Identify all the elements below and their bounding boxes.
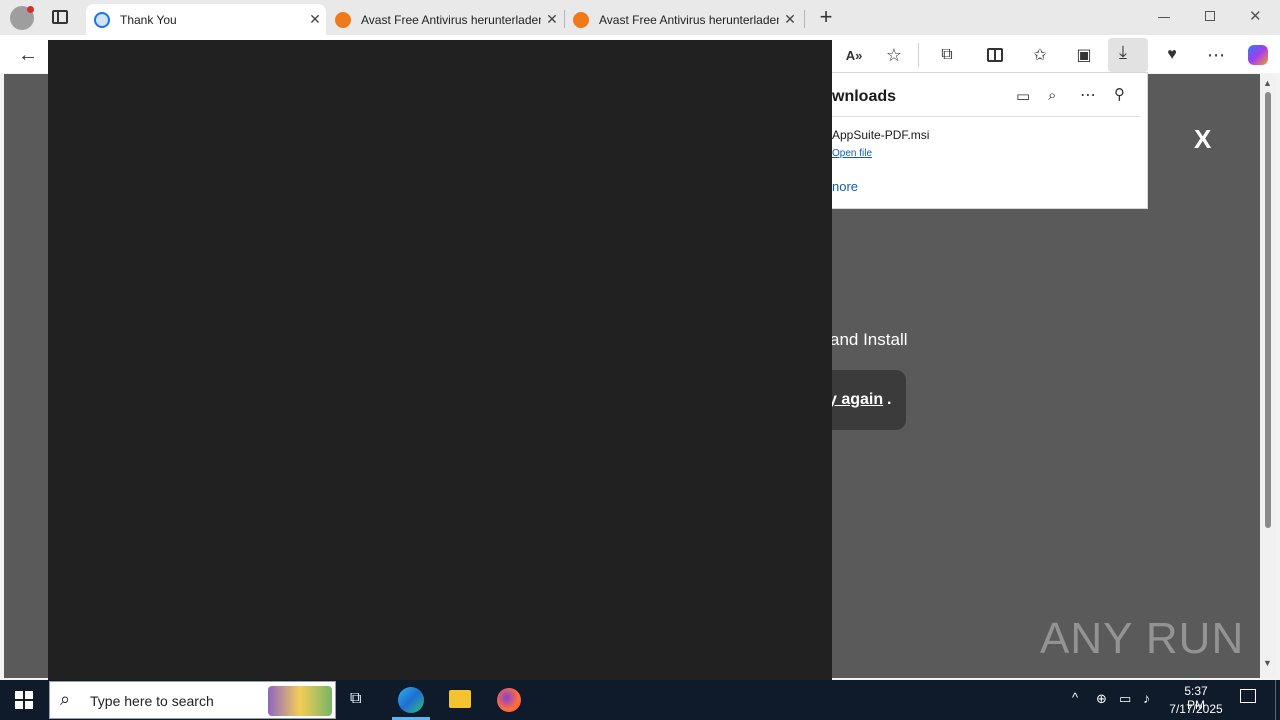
security-icon[interactable]: ⊕ — [1096, 691, 1107, 707]
read-aloud-icon[interactable]: A» — [840, 41, 868, 69]
settings-more-icon[interactable]: ⋯ — [1202, 41, 1230, 69]
avast-icon — [573, 11, 589, 28]
tab-actions-icon[interactable] — [52, 10, 68, 24]
restore-icon[interactable] — [1205, 11, 1215, 21]
close-tab-icon[interactable]: ✕ — [541, 11, 563, 28]
scroll-down-arrow[interactable]: ▼ — [1263, 658, 1272, 668]
taskbar-search-box[interactable]: ⌕ Type here to search — [49, 681, 336, 719]
collections-icon[interactable]: ▣ — [1070, 41, 1098, 69]
period-text: . — [887, 391, 892, 408]
install-heading: and Install — [830, 330, 908, 349]
more-options-icon[interactable]: ⋯ — [1080, 85, 1096, 105]
tab-title: Avast Free Antivirus herunterladen — [361, 12, 541, 27]
page-scrollbar[interactable]: ▲ ▼ — [1260, 74, 1276, 678]
pin-icon[interactable]: ⚲ — [1114, 85, 1125, 103]
notification-icon[interactable] — [1240, 689, 1256, 703]
close-overlay-button[interactable]: X — [1194, 124, 1211, 155]
scrollbar-thumb[interactable] — [1265, 92, 1271, 528]
minimize-icon[interactable] — [1158, 17, 1170, 18]
windows-start-icon[interactable] — [15, 691, 33, 709]
show-hidden-icons[interactable]: ^ — [1072, 690, 1078, 705]
black-overlay — [48, 40, 832, 680]
toolbar-divider — [918, 43, 919, 67]
see-more-link[interactable]: nore — [832, 179, 858, 194]
split-screen-icon[interactable] — [981, 41, 1009, 69]
new-tab-button[interactable]: + — [815, 4, 837, 30]
copilot-icon[interactable] — [1244, 41, 1272, 69]
favorites-icon[interactable]: ✩ — [1026, 41, 1054, 69]
firefox-icon[interactable] — [497, 688, 521, 712]
loading-icon — [94, 11, 110, 28]
avast-icon — [335, 11, 351, 28]
extensions-icon[interactable]: ⧉ — [933, 41, 961, 69]
downloads-flyout: wnloads ▭ ⌕ ⋯ ⚲ AppSuite-PDF.msi Open fi… — [832, 72, 1148, 209]
edge-taskbar-icon[interactable] — [398, 687, 424, 713]
open-file-link[interactable]: Open file — [832, 148, 872, 159]
downloads-button[interactable]: ⤓ — [1108, 38, 1148, 72]
tab-avast-1[interactable]: Avast Free Antivirus herunterladen ✕ — [327, 4, 563, 35]
search-icon: ⌕ — [60, 689, 71, 709]
flyout-divider — [832, 116, 1140, 117]
browser-essentials-icon[interactable]: ♥ — [1158, 41, 1186, 69]
tab-strip: Thank You ✕ Avast Free Antivirus herunte… — [0, 0, 1280, 35]
downloads-title: wnloads — [832, 88, 897, 105]
scroll-up-arrow[interactable]: ▲ — [1263, 78, 1272, 88]
try-again-link[interactable]: y again — [828, 391, 883, 409]
clock-date[interactable]: 7/17/2025 — [1166, 702, 1226, 716]
close-tab-icon[interactable]: ✕ — [779, 11, 801, 28]
volume-icon[interactable]: ♪ — [1143, 690, 1150, 706]
file-explorer-icon[interactable] — [449, 690, 471, 708]
show-desktop-strip[interactable] — [1275, 680, 1276, 720]
search-downloads-icon[interactable]: ⌕ — [1048, 87, 1056, 104]
tab-avast-2[interactable]: Avast Free Antivirus herunterladen ✕ — [565, 4, 801, 35]
anyrun-watermark: ANY RUN — [1040, 614, 1245, 663]
taskbar: ⌕ Type here to search ⧉ ^ ⊕ ▭ ♪ 5:37 PM … — [0, 680, 1280, 720]
close-window-icon[interactable]: ✕ — [1249, 7, 1262, 25]
task-view-icon[interactable]: ⧉ — [350, 690, 361, 708]
close-tab-icon[interactable]: ✕ — [304, 11, 326, 28]
tab-title: Thank You — [120, 12, 177, 27]
network-icon[interactable]: ▭ — [1119, 691, 1131, 707]
profile-avatar[interactable] — [10, 6, 34, 30]
tab-thank-you[interactable]: Thank You ✕ — [86, 4, 326, 35]
tab-title: Avast Free Antivirus herunterladen — [599, 12, 779, 27]
tab-divider — [804, 10, 805, 28]
favorite-star-icon[interactable]: ☆ — [880, 41, 908, 69]
back-icon[interactable]: ← — [14, 41, 42, 69]
open-folder-icon[interactable]: ▭ — [1016, 87, 1030, 105]
search-placeholder: Type here to search — [90, 693, 214, 709]
search-highlight-image — [268, 686, 332, 716]
download-icon: ⤓ — [1119, 42, 1127, 62]
download-filename[interactable]: AppSuite-PDF.msi — [832, 128, 929, 142]
